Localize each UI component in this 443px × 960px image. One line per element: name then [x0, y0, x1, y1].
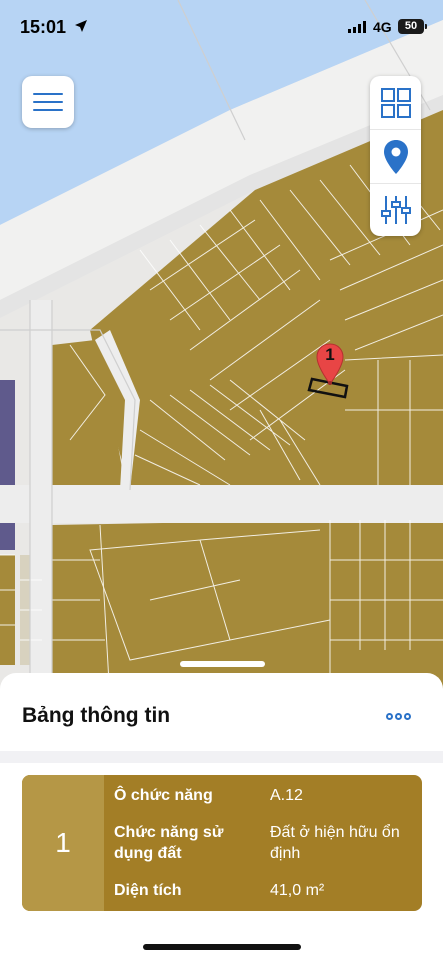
status-time: 15:01: [20, 17, 67, 37]
battery-tip: [425, 24, 427, 29]
cellular-signal-icon: [348, 21, 366, 33]
location-arrow-icon: [75, 20, 87, 32]
detail-label: Chức năng sử dụng đất: [114, 824, 224, 862]
ellipsis-dot: [404, 713, 411, 720]
parcel-index: 1: [22, 775, 104, 911]
hamburger-line: [33, 109, 63, 111]
home-indicator[interactable]: [143, 944, 301, 950]
battery-icon: 50: [398, 19, 424, 34]
parcel-strip-west: [0, 555, 15, 665]
detail-label: Ô chức năng: [114, 787, 213, 804]
network-type: 4G: [373, 19, 392, 35]
menu-button[interactable]: [22, 76, 74, 128]
status-bar: 15:01 4G 50: [0, 0, 443, 54]
map-toolbar: [370, 76, 421, 236]
cross-road: [0, 485, 443, 523]
sheet-title: Bảng thông tin: [22, 704, 171, 727]
sheet-divider: [0, 751, 443, 763]
detail-label: Diện tích: [114, 882, 182, 899]
detail-value: 41,0 m²: [270, 882, 325, 899]
grid-icon: [381, 88, 411, 118]
ellipsis-dot: [395, 713, 402, 720]
filter-button[interactable]: [370, 183, 421, 237]
my-location-button[interactable]: [370, 129, 421, 183]
parcel-info-card[interactable]: 1 Ô chức năng A.12 Chức năng sử dụng đất…: [22, 775, 422, 911]
detail-value: Đất ở hiện hữu ổn định: [270, 824, 400, 862]
purple-zone: [0, 380, 15, 550]
parcel-block-southeast: [330, 505, 443, 700]
location-pin-icon: [384, 140, 408, 174]
hamburger-line: [33, 101, 63, 103]
hamburger-icon: [33, 93, 63, 95]
map-grabber[interactable]: [180, 661, 265, 667]
more-options-button[interactable]: [386, 707, 413, 725]
battery-level: 50: [404, 20, 418, 32]
map-pin-number: 1: [325, 345, 335, 364]
ellipsis-icon: [386, 713, 393, 720]
layers-button[interactable]: [370, 76, 421, 129]
detail-value: A.12: [270, 787, 303, 804]
parcel-details: Ô chức năng A.12 Chức năng sử dụng đất Đ…: [104, 775, 422, 911]
sliders-icon: [381, 196, 411, 224]
